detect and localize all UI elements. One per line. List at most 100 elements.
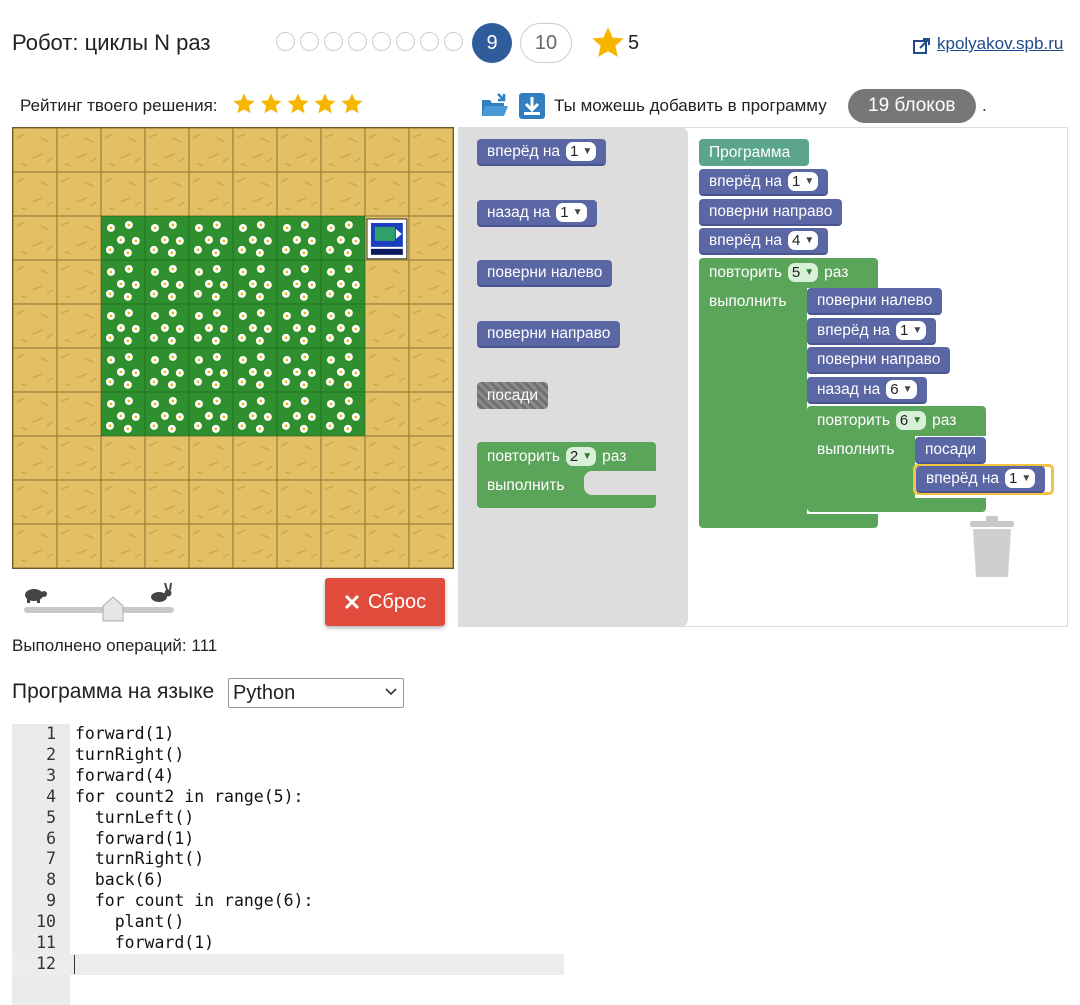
program-block-turn-right[interactable]: поверни направо [699,199,843,226]
level-dot[interactable] [348,32,367,51]
block-number-field[interactable]: 2 ▼ [565,447,597,466]
program-loop-inner-header: повторить 6 ▼ раз [807,407,966,434]
block-label: назад на [817,380,881,398]
program-block-forward[interactable]: вперёд на 1 ▼ [699,169,829,196]
level-dot[interactable] [324,32,343,51]
level-dot[interactable] [444,32,463,51]
language-select-value: Python [233,681,296,704]
block-label: раз [824,263,849,281]
robot-icon [366,218,408,260]
rating-star-icon [314,93,336,114]
block-label: поверни налево [487,263,603,281]
block-number-field[interactable]: 6 ▼ [886,380,917,399]
turtle-icon [25,589,47,603]
download-icon[interactable] [518,92,546,120]
code-text: back(6) [75,870,165,890]
program-block-back[interactable]: назад на 6 ▼ [807,377,927,404]
reset-button-label: Сброс [367,590,427,613]
level-current-button[interactable]: 9 [472,23,512,63]
language-label: Программа на языке [12,680,215,703]
open-folder-icon[interactable] [480,92,510,120]
toolbox-turn-left-block[interactable]: поверни налево [477,260,613,287]
code-text: forward(1) [75,828,195,848]
block-label: поверни направо [817,350,941,368]
rating-star-icon [287,93,309,114]
rating-star-icon [260,93,282,114]
block-label: повторить [487,447,560,465]
block-label: вперёд на [926,469,1000,487]
blocks-info-text: Ты можешь добавить в программу [554,96,827,115]
program-start-block[interactable]: Программа [699,139,809,166]
code-line[interactable]: 10 plant() [12,912,564,933]
block-number-field[interactable]: 5 ▼ [787,263,819,282]
level-progress-dots [276,32,463,51]
level-dot[interactable] [420,32,439,51]
code-line[interactable]: 5 turnLeft() [12,808,564,829]
block-number-field[interactable]: 1 ▼ [896,321,927,340]
text-cursor [74,954,75,974]
code-line[interactable]: 4 for count2 in range(5): [12,787,564,808]
line-number: 8 [46,870,56,890]
site-link[interactable]: kpolyakov.spb.ru [937,34,1063,54]
language-select[interactable]: Python [228,678,404,708]
code-line[interactable]: 8 back(6) [12,870,564,891]
code-editor[interactable]: 1 forward(1) 2 turnRight() 3 forward(4) 4 for c… [12,724,564,1005]
code-line[interactable]: 11 forward(1) [12,933,564,954]
block-number-field[interactable]: 1 ▼ [788,172,819,191]
line-number: 3 [46,765,56,785]
block-label: раз [932,411,957,429]
block-label: поверни направо [487,324,611,342]
code-line[interactable]: 12 [12,953,564,975]
toolbox-repeat-do: выполнить [487,476,565,494]
code-line[interactable]: 7 turnRight() [12,849,564,870]
line-number: 2 [46,744,56,764]
level-dot[interactable] [372,32,391,51]
score-star-icon [592,27,624,57]
block-number-field[interactable]: 6 ▼ [895,411,927,430]
rating-label: Рейтинг твоего решения: [20,96,218,115]
speed-slider-thumb[interactable] [102,596,124,622]
block-number-field[interactable]: 1 ▼ [556,203,587,222]
external-link-icon[interactable] [912,36,932,56]
level-dot[interactable] [396,32,415,51]
block-number-field[interactable]: 4 ▼ [788,231,819,250]
line-number: 6 [46,828,56,848]
level-next-button[interactable]: 10 [520,23,572,63]
program-block-turn-left[interactable]: поверни налево [807,288,943,315]
speed-slider-track[interactable] [24,607,174,613]
toolbox-forward-block[interactable]: вперёд на 1 ▼ [477,139,607,166]
block-label: раз [602,447,627,465]
toolbox-plant-block[interactable]: посади [477,382,549,409]
reset-button[interactable]: Сброс [325,578,445,626]
code-line[interactable]: 2 turnRight() [12,745,564,766]
blocks-count-badge: 19 блоков [848,89,976,123]
toolbox-turn-right-block[interactable]: поверни направо [477,321,621,348]
block-label: вперёд на [709,172,783,190]
block-number-field[interactable]: 1 ▼ [566,142,597,161]
program-block-plant[interactable]: посади [915,437,987,464]
close-icon [344,594,359,610]
trash-icon[interactable] [968,515,1016,579]
code-line[interactable]: 9 for count in range(6): [12,891,564,912]
code-text: for count2 in range(5): [75,786,304,806]
toolbox-back-block[interactable]: назад на 1 ▼ [477,200,597,227]
program-loop-outer-header: повторить 5 ▼ раз [699,259,858,286]
rating-stars [232,92,364,116]
page-title: Робот: циклы N раз [12,30,211,55]
code-line[interactable]: 6 forward(1) [12,829,564,850]
program-block-turn-right[interactable]: поверни направо [807,347,951,374]
program-block-forward[interactable]: вперёд на 4 ▼ [699,228,829,255]
code-text: turnLeft() [75,807,195,827]
code-text: forward(1) [75,933,215,952]
score-value: 5 [628,32,640,54]
block-label: поверни направо [709,202,833,220]
block-number-field[interactable]: 1 ▼ [1005,469,1036,488]
flower-bed [101,216,365,436]
program-block-forward[interactable]: вперёд на 1 ▼ [807,318,937,345]
level-dot[interactable] [300,32,319,51]
program-block-forward-selected[interactable]: вперёд на 1 ▼ [916,466,1046,493]
code-line[interactable]: 1 forward(1) [12,724,564,745]
level-dot[interactable] [276,32,295,51]
line-number: 1 [46,724,56,743]
code-line[interactable]: 3 forward(4) [12,766,564,787]
